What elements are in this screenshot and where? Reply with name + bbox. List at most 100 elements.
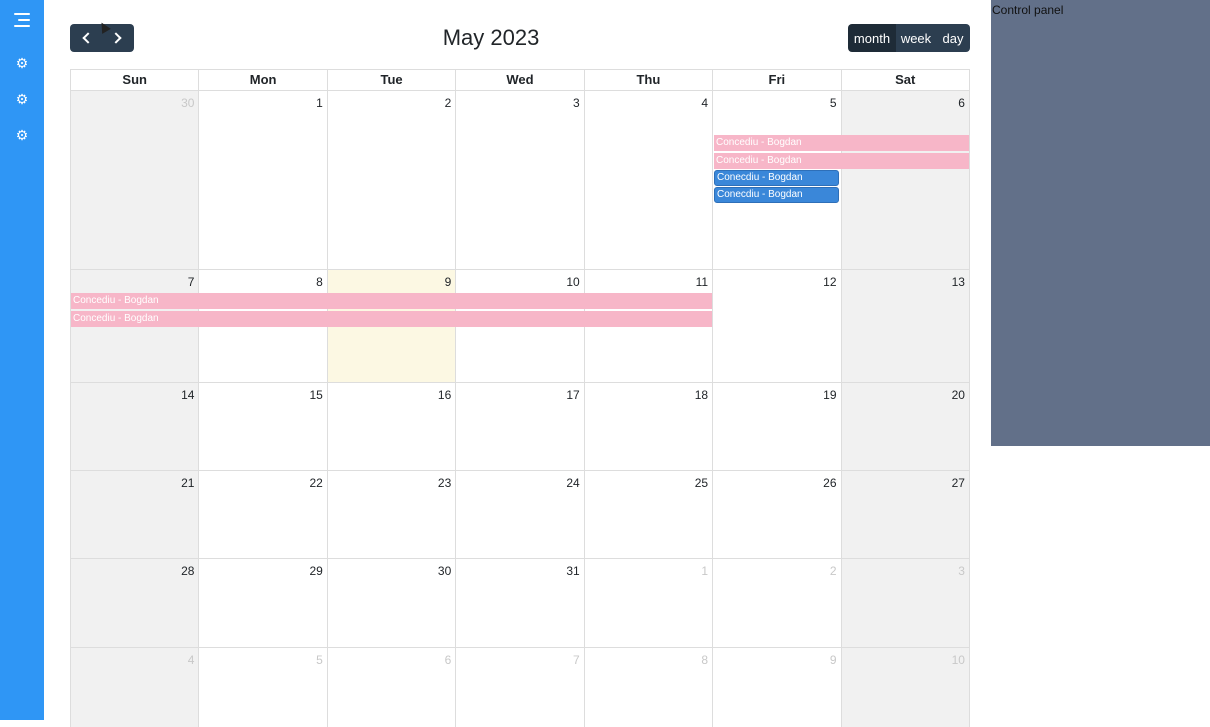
day-number: 1 — [316, 96, 323, 110]
day-cell[interactable]: 30 — [71, 91, 199, 269]
day-number: 9 — [829, 653, 837, 667]
sidebar-item-settings-1[interactable]: ⚙ — [0, 50, 44, 76]
calendar-event[interactable]: Conecdiu - Bogdan — [714, 187, 839, 203]
control-panel: Control panel — [991, 0, 1210, 446]
day-cell[interactable]: 1 — [198, 91, 326, 269]
week-row: 14 15 16 17 18 19 20 — [70, 382, 970, 470]
day-cell[interactable]: 16 — [326, 383, 455, 470]
day-cell[interactable]: 28 — [71, 559, 199, 647]
day-cell[interactable]: 27 — [840, 471, 969, 558]
weekday-sat: Sat — [840, 70, 969, 90]
day-cell[interactable]: 31 — [455, 559, 583, 647]
day-cell[interactable]: 23 — [326, 471, 455, 558]
day-number: 5 — [316, 653, 323, 667]
day-cell[interactable]: 22 — [198, 471, 326, 558]
day-cell[interactable]: 4 — [71, 648, 199, 727]
day-number: 25 — [694, 476, 709, 490]
day-cell[interactable]: 30 — [326, 559, 455, 647]
day-number: 22 — [309, 476, 323, 490]
day-cell[interactable]: 21 — [71, 471, 199, 558]
day-cell[interactable]: 7 — [455, 648, 583, 727]
sidebar: ⚙ ⚙ ⚙ — [0, 0, 44, 720]
chevron-left-icon — [82, 32, 94, 44]
day-cell[interactable]: 26 — [712, 471, 840, 558]
day-number: 4 — [701, 96, 709, 110]
gear-icon: ⚙ — [15, 127, 29, 143]
week-row: 4 5 6 7 8 9 10 — [70, 647, 970, 727]
day-cell[interactable]: 2 — [712, 559, 840, 647]
view-day-button[interactable]: day — [936, 24, 970, 52]
day-number: 19 — [823, 388, 837, 402]
day-number: 17 — [566, 388, 580, 402]
month-grid: Sun Mon Tue Wed Thu Fri Sat 30 1 2 3 4 5… — [70, 69, 970, 727]
day-number: 29 — [309, 564, 323, 578]
hamburger-icon — [14, 13, 30, 27]
day-cell[interactable]: 1 — [583, 559, 712, 647]
day-number: 13 — [951, 275, 965, 289]
day-number: 6 — [958, 96, 965, 110]
day-cell[interactable]: 14 — [71, 383, 199, 470]
day-number: 1 — [701, 564, 709, 578]
day-number: 5 — [829, 96, 837, 110]
day-cell[interactable]: 5 — [198, 648, 326, 727]
day-cell[interactable]: 6 — [840, 91, 969, 269]
sidebar-item-settings-2[interactable]: ⚙ — [0, 86, 44, 112]
day-cell[interactable]: 19 — [712, 383, 840, 470]
week-row: 30 1 2 3 4 5 6 Concediu - Bogdan Concedi… — [70, 90, 970, 269]
calendar-event[interactable]: Concediu - Bogdan — [714, 135, 969, 151]
day-cell[interactable]: 3 — [455, 91, 583, 269]
control-panel-label: Control panel — [992, 3, 1064, 17]
day-number: 30 — [437, 564, 452, 578]
calendar-event[interactable]: Conecdiu - Bogdan — [714, 170, 839, 186]
day-number: 27 — [951, 476, 965, 490]
day-number: 8 — [316, 275, 323, 289]
day-cell[interactable]: 10 — [840, 648, 969, 727]
day-cell[interactable]: 18 — [583, 383, 712, 470]
calendar-event[interactable]: Concediu - Bogdan — [71, 293, 712, 309]
day-cell[interactable]: 3 — [840, 559, 969, 647]
day-cell[interactable]: 9 — [712, 648, 840, 727]
day-cell[interactable]: 17 — [455, 383, 583, 470]
day-cell[interactable]: 13 — [840, 270, 969, 382]
day-number: 24 — [566, 476, 580, 490]
day-number: 9 — [444, 275, 452, 289]
weekday-tue: Tue — [326, 70, 455, 90]
day-cell[interactable]: 2 — [326, 91, 455, 269]
day-number: 4 — [187, 653, 195, 667]
day-number: 20 — [951, 388, 965, 402]
week-row: 7 8 9 10 11 12 13 Concediu - Bogdan Conc… — [70, 269, 970, 382]
day-number: 16 — [437, 388, 452, 402]
next-month-button[interactable] — [102, 24, 134, 52]
calendar-event[interactable]: Concediu - Bogdan — [71, 311, 712, 327]
day-cell[interactable]: 20 — [840, 383, 969, 470]
day-cell[interactable]: 6 — [326, 648, 455, 727]
week-row: 21 22 23 24 25 26 27 — [70, 470, 970, 558]
day-number: 2 — [829, 564, 837, 578]
day-cell[interactable]: 29 — [198, 559, 326, 647]
day-cell[interactable]: 24 — [455, 471, 583, 558]
day-number: 7 — [573, 653, 580, 667]
day-cell[interactable]: 15 — [198, 383, 326, 470]
day-number: 12 — [823, 275, 837, 289]
view-month-button[interactable]: month — [848, 24, 896, 52]
week-row: 28 29 30 31 1 2 3 — [70, 558, 970, 647]
prev-month-button[interactable] — [70, 24, 102, 52]
day-number: 26 — [823, 476, 837, 490]
day-number: 2 — [444, 96, 452, 110]
view-week-button[interactable]: week — [896, 24, 936, 52]
chevron-right-icon — [110, 32, 122, 44]
day-cell[interactable]: 12 — [712, 270, 840, 382]
sidebar-item-settings-3[interactable]: ⚙ — [0, 122, 44, 148]
calendar-event[interactable]: Concediu - Bogdan — [714, 153, 969, 169]
day-cell[interactable]: 4 — [583, 91, 712, 269]
day-cell[interactable]: 8 — [583, 648, 712, 727]
menu-toggle-button[interactable] — [0, 7, 44, 33]
day-number: 10 — [951, 653, 965, 667]
day-number: 6 — [444, 653, 452, 667]
calendar-title: May 2023 — [442, 25, 540, 50]
day-number: 23 — [437, 476, 452, 490]
day-number: 8 — [701, 653, 709, 667]
day-number: 21 — [181, 476, 195, 490]
day-cell[interactable]: 25 — [583, 471, 712, 558]
day-number: 3 — [573, 96, 580, 110]
